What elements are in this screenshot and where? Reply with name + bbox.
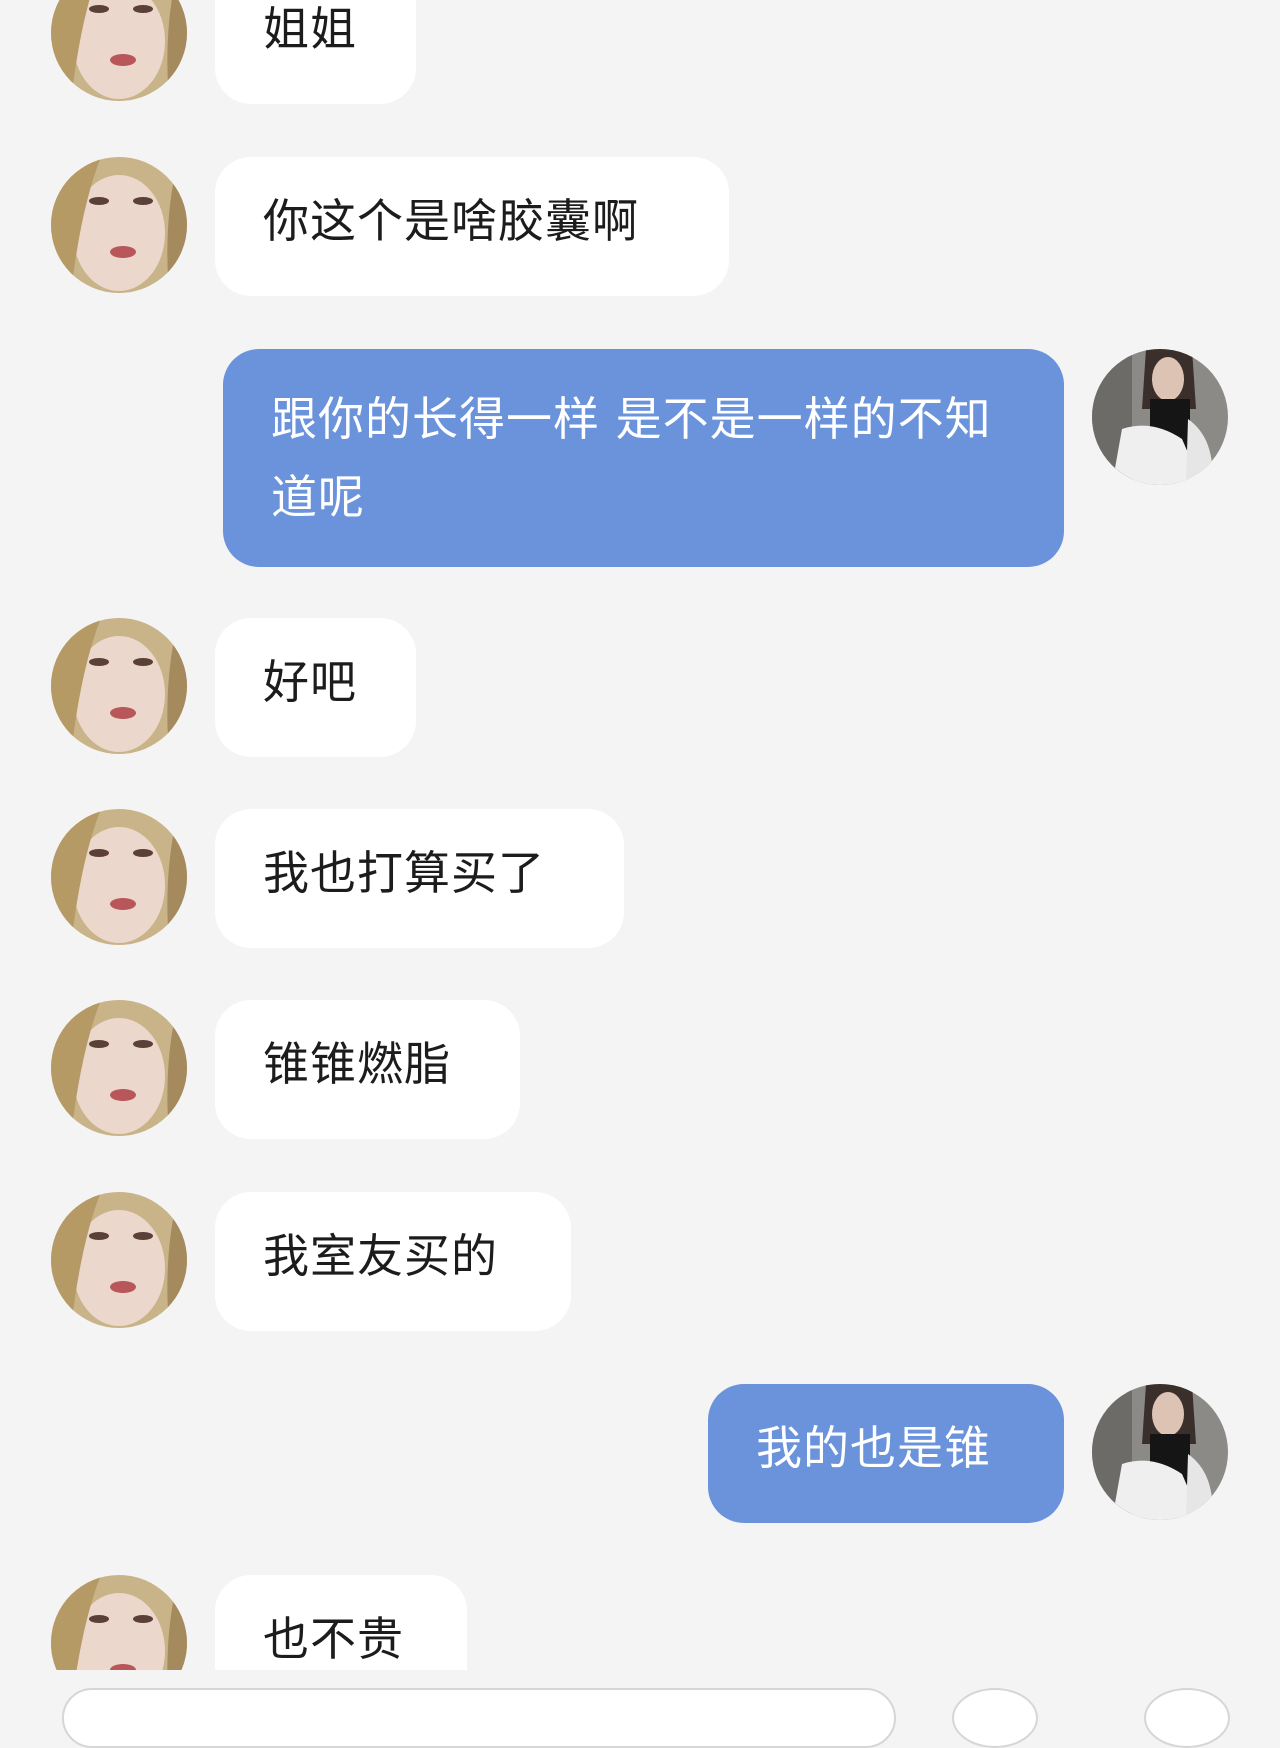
contact-avatar-icon[interactable] <box>51 618 187 754</box>
contact-avatar-icon[interactable] <box>51 1192 187 1328</box>
own-avatar-icon[interactable] <box>1092 1384 1228 1520</box>
message-bubble[interactable]: 你这个是啥胶囊啊 <box>215 157 729 296</box>
message-bubble[interactable]: 姐姐 <box>215 0 416 104</box>
own-avatar-image <box>1092 349 1228 485</box>
emoji-button[interactable] <box>952 1688 1038 1748</box>
message-input[interactable] <box>62 1688 896 1748</box>
contact-avatar-icon[interactable] <box>51 1000 187 1136</box>
own-avatar-image <box>1092 1384 1228 1520</box>
contact-avatar-icon[interactable] <box>51 809 187 945</box>
message-bubble[interactable]: 我室友买的 <box>215 1192 571 1331</box>
message-bubble[interactable]: 我的也是锥 <box>708 1384 1064 1523</box>
contact-avatar-icon[interactable] <box>51 0 187 101</box>
contact-avatar-image <box>51 1000 187 1136</box>
chat-message-list[interactable]: 姐姐 你这个是啥胶囊啊 跟你的长得一样 是不是一样的不知道呢 好吧 我也打算买了… <box>0 0 1280 1670</box>
contact-avatar-icon[interactable] <box>51 157 187 293</box>
contact-avatar-image <box>51 157 187 293</box>
contact-avatar-image <box>51 0 187 101</box>
message-bubble[interactable]: 我也打算买了 <box>215 809 624 948</box>
composer-bar <box>0 1670 1280 1748</box>
contact-avatar-image <box>51 1192 187 1328</box>
contact-avatar-image <box>51 809 187 945</box>
message-bubble[interactable]: 锥锥燃脂 <box>215 1000 520 1139</box>
more-button[interactable] <box>1144 1688 1230 1748</box>
contact-avatar-image <box>51 1575 187 1670</box>
contact-avatar-icon[interactable] <box>51 1575 187 1670</box>
message-bubble[interactable]: 好吧 <box>215 618 416 757</box>
own-avatar-icon[interactable] <box>1092 349 1228 485</box>
message-bubble[interactable]: 也不贵 <box>215 1575 467 1670</box>
contact-avatar-image <box>51 618 187 754</box>
message-bubble[interactable]: 跟你的长得一样 是不是一样的不知道呢 <box>223 349 1064 567</box>
